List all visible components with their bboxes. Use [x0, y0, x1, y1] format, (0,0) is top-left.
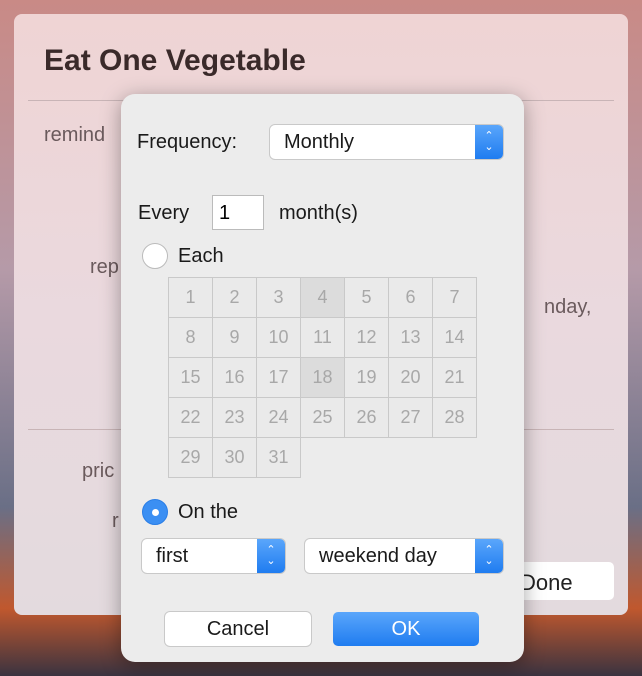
unit-label: month(s) [279, 202, 358, 224]
repeat-label: rep [90, 256, 119, 278]
day-cell-23[interactable]: 23 [213, 398, 257, 438]
day-cell-14[interactable]: 14 [433, 318, 477, 358]
day-cell-11[interactable]: 11 [301, 318, 345, 358]
day-cell-8[interactable]: 8 [169, 318, 213, 358]
day-cell-31[interactable]: 31 [257, 438, 301, 478]
day-cell-21[interactable]: 21 [433, 358, 477, 398]
frequency-value: Monthly [284, 131, 355, 153]
priority-label: pric [82, 460, 115, 482]
cancel-button[interactable]: Cancel [165, 612, 311, 646]
frequency-select[interactable]: Monthly ⌃ ⌄ [270, 125, 503, 159]
day-cell-10[interactable]: 10 [257, 318, 301, 358]
day-cell-30[interactable]: 30 [213, 438, 257, 478]
day-type-value: weekend day [319, 545, 437, 567]
frequency-label: Frequency: [137, 131, 238, 153]
day-cell-15[interactable]: 15 [169, 358, 213, 398]
day-cell-12[interactable]: 12 [345, 318, 389, 358]
day-cell-17[interactable]: 17 [257, 358, 301, 398]
chevron-up-down-icon: ⌃ ⌄ [257, 539, 285, 573]
day-cell-2[interactable]: 2 [213, 278, 257, 318]
ok-button[interactable]: OK [333, 612, 479, 646]
day-cell-3[interactable]: 3 [257, 278, 301, 318]
day-cell-27[interactable]: 27 [389, 398, 433, 438]
note-label: r [112, 510, 119, 532]
each-radio[interactable] [142, 243, 168, 269]
on-the-radio[interactable] [142, 499, 168, 525]
each-label: Each [178, 245, 224, 267]
day-cell-20[interactable]: 20 [389, 358, 433, 398]
repeat-value: nday, [544, 296, 592, 318]
chevron-up-down-icon: ⌃ ⌄ [475, 539, 503, 573]
day-cell-18[interactable]: 18 [301, 358, 345, 398]
remind-label: remind [44, 124, 106, 146]
custom-repeat-dialog: Frequency: Monthly ⌃ ⌄ Every 1 month(s) E… [121, 94, 524, 662]
day-grid: 1 2 3 4 5 6 7 8 9 10 11 12 13 14 15 16 17 18 19 20 21 22 23 24 2… [168, 277, 477, 478]
day-cell-24[interactable]: 24 [257, 398, 301, 438]
day-cell-16[interactable]: 16 [213, 358, 257, 398]
day-cell-22[interactable]: 22 [169, 398, 213, 438]
every-label: Every [138, 202, 190, 224]
day-cell-13[interactable]: 13 [389, 318, 433, 358]
every-input[interactable]: 1 [212, 195, 264, 230]
day-cell-1[interactable]: 1 [169, 278, 213, 318]
reminder-title: Eat One Vegetable [44, 44, 306, 77]
day-cell-26[interactable]: 26 [345, 398, 389, 438]
day-cell-7[interactable]: 7 [433, 278, 477, 318]
day-cell-19[interactable]: 19 [345, 358, 389, 398]
on-the-label: On the [178, 501, 239, 523]
ordinal-select[interactable]: first ⌃ ⌄ [142, 539, 285, 573]
day-type-select[interactable]: weekend day ⌃ ⌄ [305, 539, 503, 573]
day-cell-25[interactable]: 25 [301, 398, 345, 438]
day-cell-28[interactable]: 28 [433, 398, 477, 438]
day-cell-5[interactable]: 5 [345, 278, 389, 318]
chevron-up-down-icon: ⌃ ⌄ [475, 125, 503, 159]
day-cell-4[interactable]: 4 [301, 278, 345, 318]
day-cell-6[interactable]: 6 [389, 278, 433, 318]
day-cell-9[interactable]: 9 [213, 318, 257, 358]
day-cell-29[interactable]: 29 [169, 438, 213, 478]
ordinal-value: first [156, 545, 189, 567]
